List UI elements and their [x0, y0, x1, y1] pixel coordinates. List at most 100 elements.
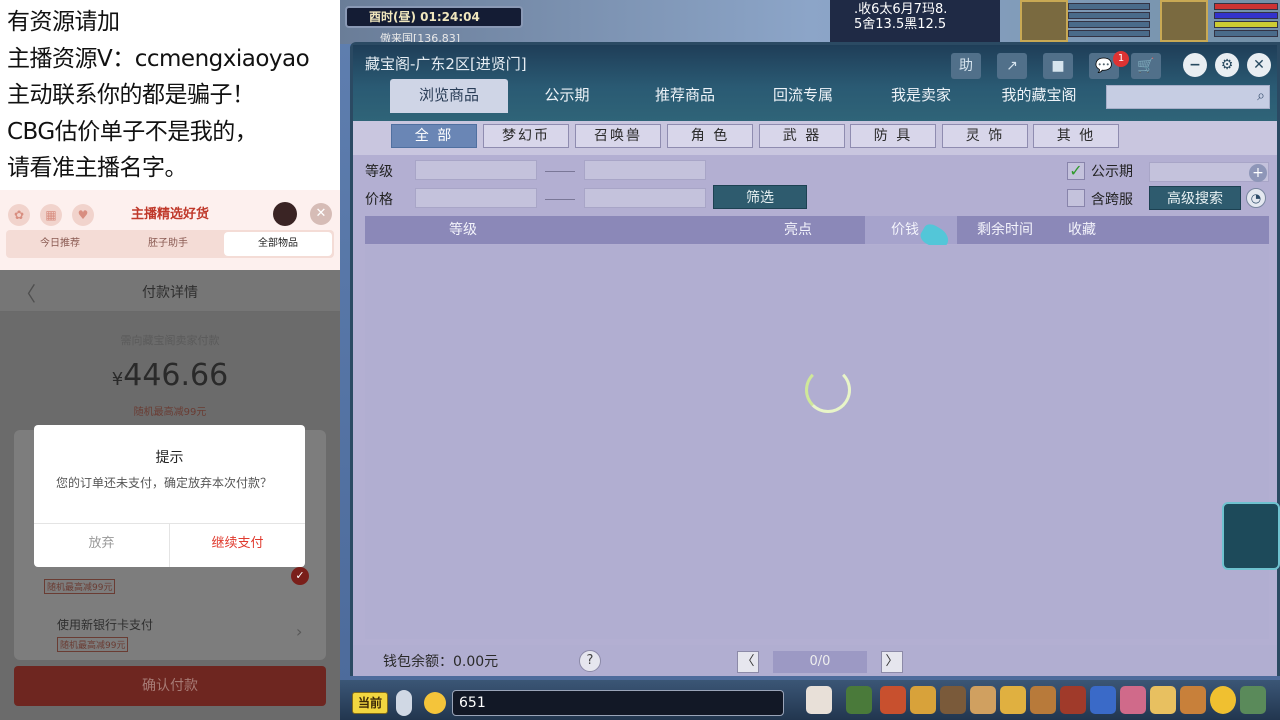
tab-all-items[interactable]: 全部物品	[224, 232, 332, 256]
price-min-input[interactable]	[415, 188, 537, 208]
price-max-input[interactable]	[584, 188, 706, 208]
pet-portrait[interactable]	[1020, 0, 1068, 42]
close-icon[interactable]: ✕	[1247, 53, 1271, 77]
current-channel-button[interactable]: 当前	[352, 692, 388, 714]
help-icon[interactable]: ?	[579, 650, 601, 672]
chat-input[interactable]: 651	[452, 690, 784, 716]
tab-my-pavilion[interactable]: 我的藏宝阁	[980, 79, 1098, 113]
team-icon[interactable]	[940, 686, 966, 714]
notice-line: 主播资源V：ccmengxiaoyao	[7, 45, 310, 72]
tab-returning[interactable]: 回流专属	[744, 79, 862, 113]
level-min-input[interactable]	[415, 160, 537, 180]
category-all[interactable]: 全 部	[391, 124, 477, 148]
tab-browse[interactable]: 浏览商品	[390, 79, 508, 113]
confirm-pay-button[interactable]: 确认付款	[14, 666, 326, 706]
emoji-icon[interactable]	[424, 692, 446, 714]
search-icon[interactable]: ⌕	[1257, 88, 1265, 104]
search-input[interactable]: ⌕	[1106, 85, 1270, 109]
quest-icon[interactable]	[910, 686, 936, 714]
column-remaining-time[interactable]: 剩余时间	[977, 216, 1033, 244]
category-bar: 全 部 梦幻币 召唤兽 角 色 武 器 防 具 灵 饰 其 他	[353, 121, 1277, 155]
dialog-message: 您的订单还未支付，确定放弃本次付款？	[56, 476, 273, 490]
abandon-payment-dialog: 提示 您的订单还未支付，确定放弃本次付款？ 放弃 继续支付	[34, 425, 305, 567]
next-page-button[interactable]: 〉	[881, 651, 903, 673]
page-title: 付款详情	[142, 285, 198, 301]
clock-icon[interactable]: ◔	[1246, 188, 1266, 208]
column-price[interactable]: 价钱	[891, 216, 919, 244]
category-armor[interactable]: 防 具	[850, 124, 936, 148]
share-icon[interactable]: ↗	[997, 53, 1027, 79]
character-portrait[interactable]	[1160, 0, 1208, 42]
message-count-badge: 1	[1113, 51, 1129, 67]
chevron-right-icon[interactable]: ›	[296, 622, 302, 641]
microphone-icon[interactable]	[396, 690, 412, 716]
cross-server-checkbox[interactable]	[1067, 189, 1085, 207]
record-icon[interactable]: ■	[1043, 53, 1073, 79]
results-table	[365, 245, 1269, 639]
category-summon[interactable]: 召唤兽	[575, 124, 661, 148]
category-role[interactable]: 角 色	[667, 124, 753, 148]
reward-icon[interactable]	[1180, 686, 1206, 714]
plus-icon[interactable]: +	[1249, 164, 1267, 182]
column-highlight[interactable]: 亮点	[784, 216, 812, 244]
filter-button[interactable]: 筛选	[713, 185, 807, 209]
notice-line: 请看准主播名字。	[7, 155, 188, 181]
category-currency[interactable]: 梦幻币	[483, 124, 569, 148]
window-footer: 钱包余额：0.00元 ? 〈 0/0 〉	[353, 645, 1277, 676]
tab-publicity[interactable]: 公示期	[508, 79, 626, 113]
new-card-option[interactable]: 使用新银行卡支付	[57, 616, 153, 633]
prev-page-button[interactable]: 〈	[737, 651, 759, 673]
tab-today-recommend[interactable]: 今日推荐	[6, 230, 114, 258]
shop-header: ✿ ▦ ♥ 主播精选好货 ✕ 今日推荐 胚子助手 全部物品	[0, 190, 340, 270]
amount-value: 446.66	[123, 358, 229, 393]
heart-icon[interactable]: ♥	[72, 204, 94, 226]
side-widget-icon[interactable]	[1222, 502, 1280, 570]
tab-embryo-helper[interactable]: 胚子助手	[114, 230, 222, 258]
game-time: 酉时(昼) 01:24:04	[345, 6, 523, 28]
currency-symbol: ¥	[111, 369, 124, 390]
category-weapon[interactable]: 武 器	[759, 124, 845, 148]
dialog-title: 提示	[155, 450, 184, 466]
guild-icon[interactable]	[1000, 686, 1026, 714]
system-icon[interactable]	[1240, 686, 1266, 714]
bag-icon[interactable]	[880, 686, 906, 714]
tab-recommended[interactable]: 推荐商品	[626, 79, 744, 113]
treasure-pavilion-window: 藏宝阁-广东2区[进贤门] 助 ↗ ■ 💬 1 🛒 − ⚙ ✕ 浏览商品 公示期…	[350, 42, 1280, 676]
price-label: 价格	[365, 192, 393, 208]
category-accessory[interactable]: 灵 饰	[942, 124, 1028, 148]
avatar[interactable]	[273, 202, 297, 226]
flower-icon[interactable]: ✿	[8, 204, 30, 226]
category-other[interactable]: 其 他	[1033, 124, 1119, 148]
advanced-search-button[interactable]: 高级搜索	[1149, 186, 1241, 210]
close-icon[interactable]: ✕	[310, 203, 332, 225]
cart-icon[interactable]: 🛒	[1131, 53, 1161, 79]
friend-icon[interactable]	[970, 686, 996, 714]
streamer-notice: 有资源请加 主播资源V：ccmengxiaoyao 主动联系你的都是骗子！ CB…	[0, 0, 340, 190]
level-max-input[interactable]	[584, 160, 706, 180]
payment-subtitle: 需向藏宝阁卖家付款	[120, 334, 220, 347]
minimize-icon[interactable]: −	[1183, 53, 1207, 77]
column-favorite[interactable]: 收藏	[1068, 216, 1096, 244]
grid-icon[interactable]: ▦	[40, 204, 62, 226]
publicity-checkbox[interactable]: ✓	[1067, 162, 1085, 180]
mail-icon[interactable]	[1090, 686, 1116, 714]
shop-icon[interactable]	[1120, 686, 1146, 714]
trade-icon[interactable]	[1030, 686, 1056, 714]
tab-seller[interactable]: 我是卖家	[862, 79, 980, 113]
publicity-label: 公示期	[1091, 164, 1133, 180]
pet-status-bars	[1068, 3, 1150, 39]
continue-pay-button[interactable]: 继续支付	[170, 524, 305, 567]
column-level[interactable]: 等级	[449, 216, 477, 244]
abandon-button[interactable]: 放弃	[34, 524, 170, 567]
fight-icon[interactable]	[1060, 686, 1086, 714]
level-label: 等级	[365, 164, 393, 180]
help-button[interactable]: 助	[951, 53, 981, 79]
gear-icon[interactable]: ⚙	[1215, 53, 1239, 77]
skill-icon[interactable]	[846, 686, 872, 714]
pet-icon[interactable]	[806, 686, 832, 714]
smile-icon[interactable]	[1210, 686, 1236, 714]
random-discount: 随机最高减99元	[133, 407, 207, 418]
check-icon[interactable]: ✓	[291, 567, 309, 585]
notice-line: CBG估价单子不是我的，	[7, 118, 258, 145]
activity-icon[interactable]	[1150, 686, 1176, 714]
